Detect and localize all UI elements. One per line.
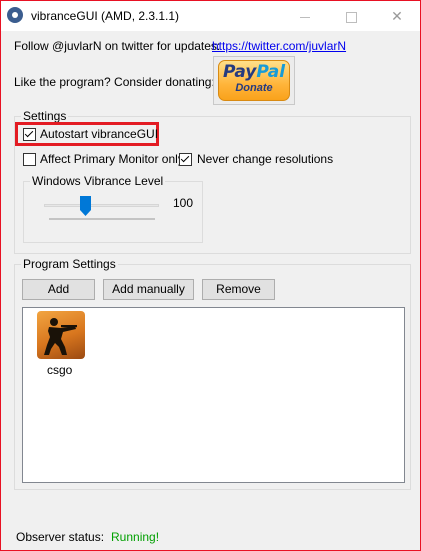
- never-change-res-checkbox[interactable]: [179, 153, 192, 166]
- add-button[interactable]: Add: [22, 279, 95, 300]
- observer-status-label: Observer status:: [16, 530, 105, 544]
- paypal-donate-button[interactable]: PayPal Donate: [213, 56, 295, 105]
- never-change-res-label[interactable]: Never change resolutions: [197, 152, 333, 166]
- close-button[interactable]: ✕: [374, 1, 420, 31]
- csgo-icon[interactable]: [37, 311, 85, 359]
- program-item-label[interactable]: csgo: [47, 363, 72, 377]
- maximize-button[interactable]: [328, 1, 374, 31]
- vibrance-slider-ticks: [49, 218, 155, 220]
- maximize-icon: [345, 11, 357, 23]
- twitter-link[interactable]: https://twitter.com/juvlarN: [212, 39, 346, 53]
- vibrance-group-title: Windows Vibrance Level: [30, 174, 166, 188]
- settings-group-title: Settings: [21, 109, 69, 123]
- affect-primary-label[interactable]: Affect Primary Monitor only: [40, 152, 184, 166]
- paypal-logo: PayPal Donate: [218, 60, 290, 101]
- autostart-label[interactable]: Autostart vibranceGUI: [40, 127, 158, 141]
- remove-button[interactable]: Remove: [202, 279, 275, 300]
- minimize-icon: [300, 16, 310, 18]
- vibrance-group: Windows Vibrance Level: [23, 174, 203, 243]
- affect-primary-checkbox[interactable]: [23, 153, 36, 166]
- vibrance-value: 100: [173, 196, 194, 210]
- vibrance-slider-track[interactable]: [44, 204, 159, 207]
- soldier-silhouette-icon: [44, 318, 77, 355]
- follow-text: Follow @juvlarN on twitter for updates:: [14, 39, 221, 53]
- minimize-button[interactable]: [282, 1, 328, 31]
- observer-status-value: Running!: [111, 530, 160, 544]
- program-list[interactable]: csgo: [22, 307, 405, 483]
- program-settings-title: Program Settings: [21, 257, 118, 271]
- title-bar[interactable]: vibranceGUI (AMD, 2.3.1.1) ✕: [1, 1, 420, 31]
- paypal-donate-label: Donate: [235, 82, 273, 94]
- close-icon: ✕: [391, 8, 403, 24]
- window-title: vibranceGUI (AMD, 2.3.1.1): [31, 9, 180, 23]
- autostart-checkbox[interactable]: [23, 128, 36, 141]
- main-window: vibranceGUI (AMD, 2.3.1.1) ✕ Follow @juv…: [0, 0, 421, 551]
- add-manually-button[interactable]: Add manually: [103, 279, 194, 300]
- app-gear-icon: [7, 7, 23, 23]
- donate-text: Like the program? Consider donating:: [14, 75, 215, 89]
